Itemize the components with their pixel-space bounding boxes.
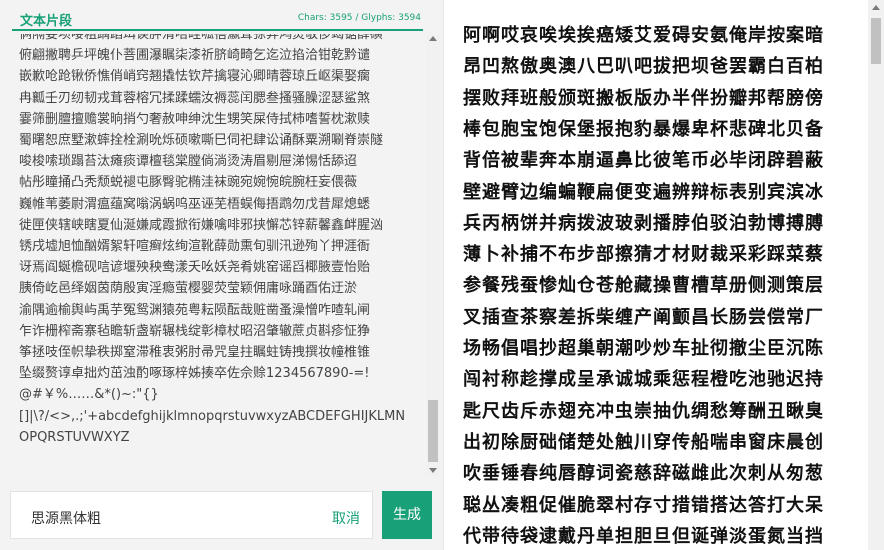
panel-title: 文本片段 (20, 14, 73, 29)
text-line: @#￥%……&*()~:"{} (19, 387, 159, 403)
char-glyph-count: Chars: 3595 / Glyphs: 3594 (297, 13, 421, 23)
text-line: 锈戌墟旭恤酗婿絮轩喧癣炫绚渲靴薛勋熏旬驯汛逊殉丫押涯衙 (19, 239, 371, 254)
preview-line: 兵丙柄饼并病拨波玻剥播脖伯驳泊勃博搏膊 (463, 212, 824, 234)
scroll-down-arrow-icon[interactable] (429, 468, 437, 473)
preview-line: 昂凹熬傲奥澳八巴叭吧拔把坝爸罢霸白百柏 (463, 56, 824, 78)
header-underline (12, 29, 423, 31)
text-line: 乍诈栅榨斋寨毡瞻斩盏崭辗栈绽彰樟杖昭沼肇辙蔗贞斟疹怔狰 (19, 323, 371, 339)
preview-line: 摆败拜班般颁斑搬板版办半伴扮瓣邦帮膀傍 (463, 87, 824, 109)
preview-line: 壁避臂边编蝙鞭扁便变遍辨辩标表别宾滨冰 (463, 181, 824, 203)
preview-line: 吹垂锤春纯唇醇词瓷慈辞磁雌此次刺从匆葱 (463, 463, 824, 485)
preview-line: 薄卜补捕不布步部擦猜才材财裁采彩踩菜蔡 (463, 244, 824, 266)
text-line: 渝隅逾榆舆屿禹芋冤鸳渊猿苑粤耘陨酝哉赃凿蚤澡憎咋喳轧闸 (19, 302, 371, 318)
font-name-input[interactable]: 思源黑体粗 取消 (10, 491, 373, 539)
preview-line: 场畅倡唱抄超巢朝潮吵炒车扯彻撤尘臣沉陈 (463, 338, 824, 359)
text-line: 蜀曙恕庶墅漱蟀拴栓涮吮烁硕嗽嘶巳伺祀肆讼诵酥粟溯唰脊崇隧 (19, 133, 384, 148)
generate-button[interactable]: 生成 (382, 491, 432, 539)
textarea-scrollbar[interactable] (426, 34, 440, 476)
preview-line: 聪丛凑粗促催脆翠村存寸措错搭达答打大呆 (463, 494, 824, 516)
scroll-up-arrow-icon[interactable] (429, 36, 437, 41)
scroll-up-arrow-icon[interactable] (872, 5, 880, 10)
text-line: 讶焉阎蜒檐砚唁谚堰殃秧鸯漾夭吆妖尧肴姚窑谣舀椰腋壹怡贻 (19, 260, 371, 276)
scroll-thumb[interactable] (871, 18, 881, 64)
text-line: 巍帷苇萎尉渭瘟蕴窝嗡涡蜗呜巫诬芜梧蜈侮捂鹉勿戊昔犀熄蟋 (19, 196, 371, 212)
preview-line: 叉插查茶察差拆柴缠产阐颤昌长肠尝偿常厂 (463, 306, 824, 328)
text-line: 俩隔娄坝喽粗踽蹈珥诶胛渭唔畦呱蓓瀛茸弶弊鸿熨敬侈竭锯薛磺 (19, 34, 384, 42)
panel-header: 文本片段 Chars: 3595 / Glyphs: 3594 (0, 0, 443, 31)
preview-scrollbar[interactable] (868, 0, 884, 550)
text-line: []|\?/<>,.;'+abcdefghijklmnopqrstuvwxyzA… (19, 408, 406, 424)
font-name-value[interactable]: 思源黑体粗 (31, 508, 101, 528)
preview-line: 背倍被辈奔本崩逼鼻比彼笔币必毕闭辟碧蔽 (463, 150, 824, 172)
text-snippet-textarea[interactable]: 俩隔娄坝喽粗踽蹈珥诶胛渭唔畦呱蓓瀛茸弶弊鸿熨敬侈竭锯薛磺俯翩撇聘乒坪魄仆菩圃瀑瞩… (10, 34, 425, 476)
scroll-thumb[interactable] (428, 400, 438, 462)
preview-line: 匙尺齿斥赤翅充冲虫崇抽仇绸愁筹酬丑瞅臭 (463, 400, 824, 422)
text-line: 俯翩撇聘乒坪魄仆菩圃瀑瞩柒漆祈脐崎畸乞迄泣掐洽钳乾黔谴 (19, 48, 371, 64)
preview-line: 代带待袋逮戴丹单担胆旦但诞弹淡蛋氮当挡 (463, 525, 824, 547)
text-panel: 文本片段 Chars: 3595 / Glyphs: 3594 俩隔娄坝喽粗踽蹈… (0, 0, 443, 550)
text-line: 胰倚屹邑绎姻茵荫殷寅淫瘾萤樱婴荧莹颖佣庸咏踊酉佑迂淤 (19, 281, 358, 297)
text-line: 徙匣侠辖峡瞎夏仙涎嫌咸霞掀衔嫌噙啡邪挟懈芯锌薪馨鑫衅腥汹 (19, 217, 384, 233)
preview-line: 棒包胞宝饱保堡报抱豹暴爆卑杯悲碑北贝备 (463, 118, 824, 140)
preview-line: 闯衬称趁撑成呈承诚城乘惩程橙吃池驰迟持 (463, 369, 824, 391)
cancel-button[interactable]: 取消 (332, 508, 360, 528)
text-line: 霎筛删膻擅赡裳晌捎勺奢赦呻绅沈生甥笑屎侍拭柿嗜誓枕漱赎 (19, 111, 371, 127)
preview-line: 阿啊哎哀唉埃挨癌矮艾爱碍安氨俺岸按案暗 (463, 25, 824, 46)
text-line: 冉瓤壬刃纫韧戎茸蓉榕冗揉蹂蠕汝褥蕊闰腮叁搔骚臊涩瑟鲨煞 (19, 90, 371, 106)
text-line: 嵌歉呛跄锹侨憔俏峭窍翘撬怯钦芹擒寝沁卿晴蓉琼丘岖渠娶瘸 (19, 69, 371, 85)
text-line: 唆梭嗦琐蹋苔汰瘫痰谭檀毯棠膛倘淌烫涛眉剔屉涕惕恬舔迢 (19, 154, 358, 170)
preview-line: 出初除厨础储楚处触川穿传船喘串窗床晨创 (463, 431, 824, 453)
preview-line: 参餐残蚕惨灿仓苍舱藏操曹槽草册侧测策层 (463, 275, 824, 297)
font-preview-panel: 阿啊哎哀唉埃挨癌矮艾爱碍安氨俺岸按案暗 昂凹熬傲奥澳八巴叭吧拔把坝爸罢霸白百柏 摆败… (444, 0, 868, 550)
text-line: OPQRSTUVWXYZ (19, 429, 130, 445)
text-line: 帖彤瞳捅凸秃颓蜕褪屯豚臀驼椭洼袜豌宛婉惋皖腕枉妄偎薇 (19, 175, 358, 191)
text-line: 筝拯吱侄帜挚秩掷窒滞稚衷粥肘帚咒皇拄瞩蛀铸拽撰妆幢椎锥 (19, 345, 371, 360)
text-line: 坠缀赘谆卓拙灼茁浊酌啄琢梓姊揍卒佐佘赊1234567890-=! (19, 366, 370, 382)
